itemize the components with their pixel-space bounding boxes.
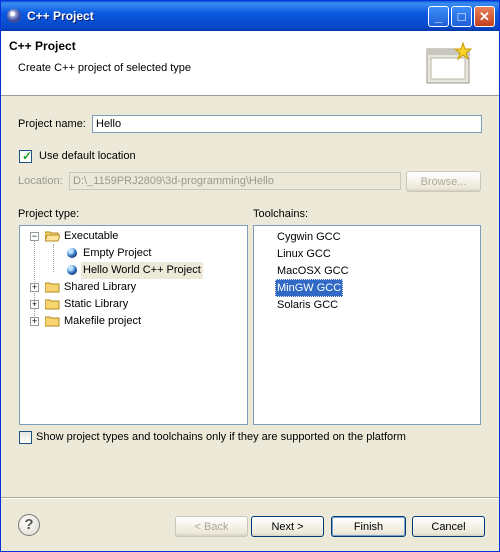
- wizard-banner-icon: [426, 41, 473, 84]
- maximize-button[interactable]: □: [451, 6, 472, 27]
- toolchain-item[interactable]: Linux GCC: [276, 246, 332, 262]
- collapse-icon[interactable]: −: [30, 232, 39, 241]
- toolchains-label: Toolchains:: [253, 208, 309, 220]
- tree-item-label: Makefile project: [64, 315, 142, 327]
- next-button[interactable]: Next >: [251, 516, 324, 537]
- tree-item-makefile-project[interactable]: + Makefile project: [20, 313, 240, 330]
- folder-icon: [45, 282, 60, 293]
- toolchains-list[interactable]: Cygwin GCC Linux GCC MacOSX GCC MinGW GC…: [253, 225, 481, 425]
- checkmark-icon: ✓: [22, 149, 33, 163]
- toolchain-item[interactable]: Cygwin GCC: [276, 229, 342, 245]
- project-template-icon: [67, 248, 77, 258]
- tree-item-label: Shared Library: [64, 281, 137, 293]
- location-input[interactable]: D:\_1159PRJ2809\3d-programming\Hello: [69, 172, 401, 190]
- tree-item-hello-world[interactable]: Hello World C++ Project: [20, 262, 240, 279]
- wizard-header: C++ Project Create C++ project of select…: [1, 31, 499, 96]
- expand-icon[interactable]: +: [30, 300, 39, 309]
- eclipse-icon: [7, 9, 21, 23]
- expand-icon[interactable]: +: [30, 283, 39, 292]
- expand-icon[interactable]: +: [30, 317, 39, 326]
- project-name-input[interactable]: Hello: [92, 115, 482, 133]
- tree-item-label: Hello World C++ Project: [81, 262, 203, 279]
- tree-item-empty-project[interactable]: Empty Project: [20, 245, 240, 262]
- dialog-window: C++ Project _ □ ✕ C++ Project Create C++…: [0, 0, 500, 552]
- cancel-button[interactable]: Cancel: [412, 516, 485, 537]
- default-location-checkbox[interactable]: ✓: [19, 149, 33, 163]
- folder-icon: [45, 299, 60, 310]
- browse-button[interactable]: Browse...: [406, 171, 481, 192]
- tree-item-shared-library[interactable]: + Shared Library: [20, 279, 240, 296]
- help-icon[interactable]: ?: [18, 514, 40, 536]
- toolchain-item[interactable]: MacOSX GCC: [276, 263, 350, 279]
- page-description: Create C++ project of selected type: [18, 62, 192, 74]
- platform-filter-label: Show project types and toolchains only i…: [36, 431, 406, 443]
- folder-icon: [45, 316, 60, 327]
- project-template-icon: [67, 265, 77, 275]
- project-type-label: Project type:: [18, 208, 80, 220]
- project-name-label: Project name:: [18, 118, 86, 130]
- back-button[interactable]: < Back: [175, 516, 248, 537]
- tree-item-label: Empty Project: [83, 247, 152, 259]
- close-button[interactable]: ✕: [474, 6, 495, 27]
- tree-item-static-library[interactable]: + Static Library: [20, 296, 240, 313]
- default-location-label: Use default location: [39, 150, 136, 162]
- location-label: Location:: [18, 175, 63, 187]
- tree-item-label: Executable: [64, 230, 119, 242]
- finish-button[interactable]: Finish: [331, 516, 406, 537]
- toolchain-item-selected[interactable]: MinGW GCC: [275, 279, 344, 297]
- tree-item-executable[interactable]: − Executable: [20, 228, 240, 245]
- window-title: C++ Project: [27, 9, 94, 23]
- title-bar[interactable]: C++ Project _ □ ✕: [1, 1, 499, 31]
- platform-filter-checkbox[interactable]: [19, 431, 32, 444]
- page-title: C++ Project: [9, 39, 76, 53]
- tree-item-label: Static Library: [64, 298, 129, 310]
- button-bar-separator: [1, 497, 499, 499]
- toolchain-item[interactable]: Solaris GCC: [276, 297, 339, 313]
- folder-open-icon: [45, 231, 60, 242]
- project-type-tree[interactable]: − Executable Empty Project Hello World C…: [19, 225, 248, 425]
- minimize-button[interactable]: _: [428, 6, 449, 27]
